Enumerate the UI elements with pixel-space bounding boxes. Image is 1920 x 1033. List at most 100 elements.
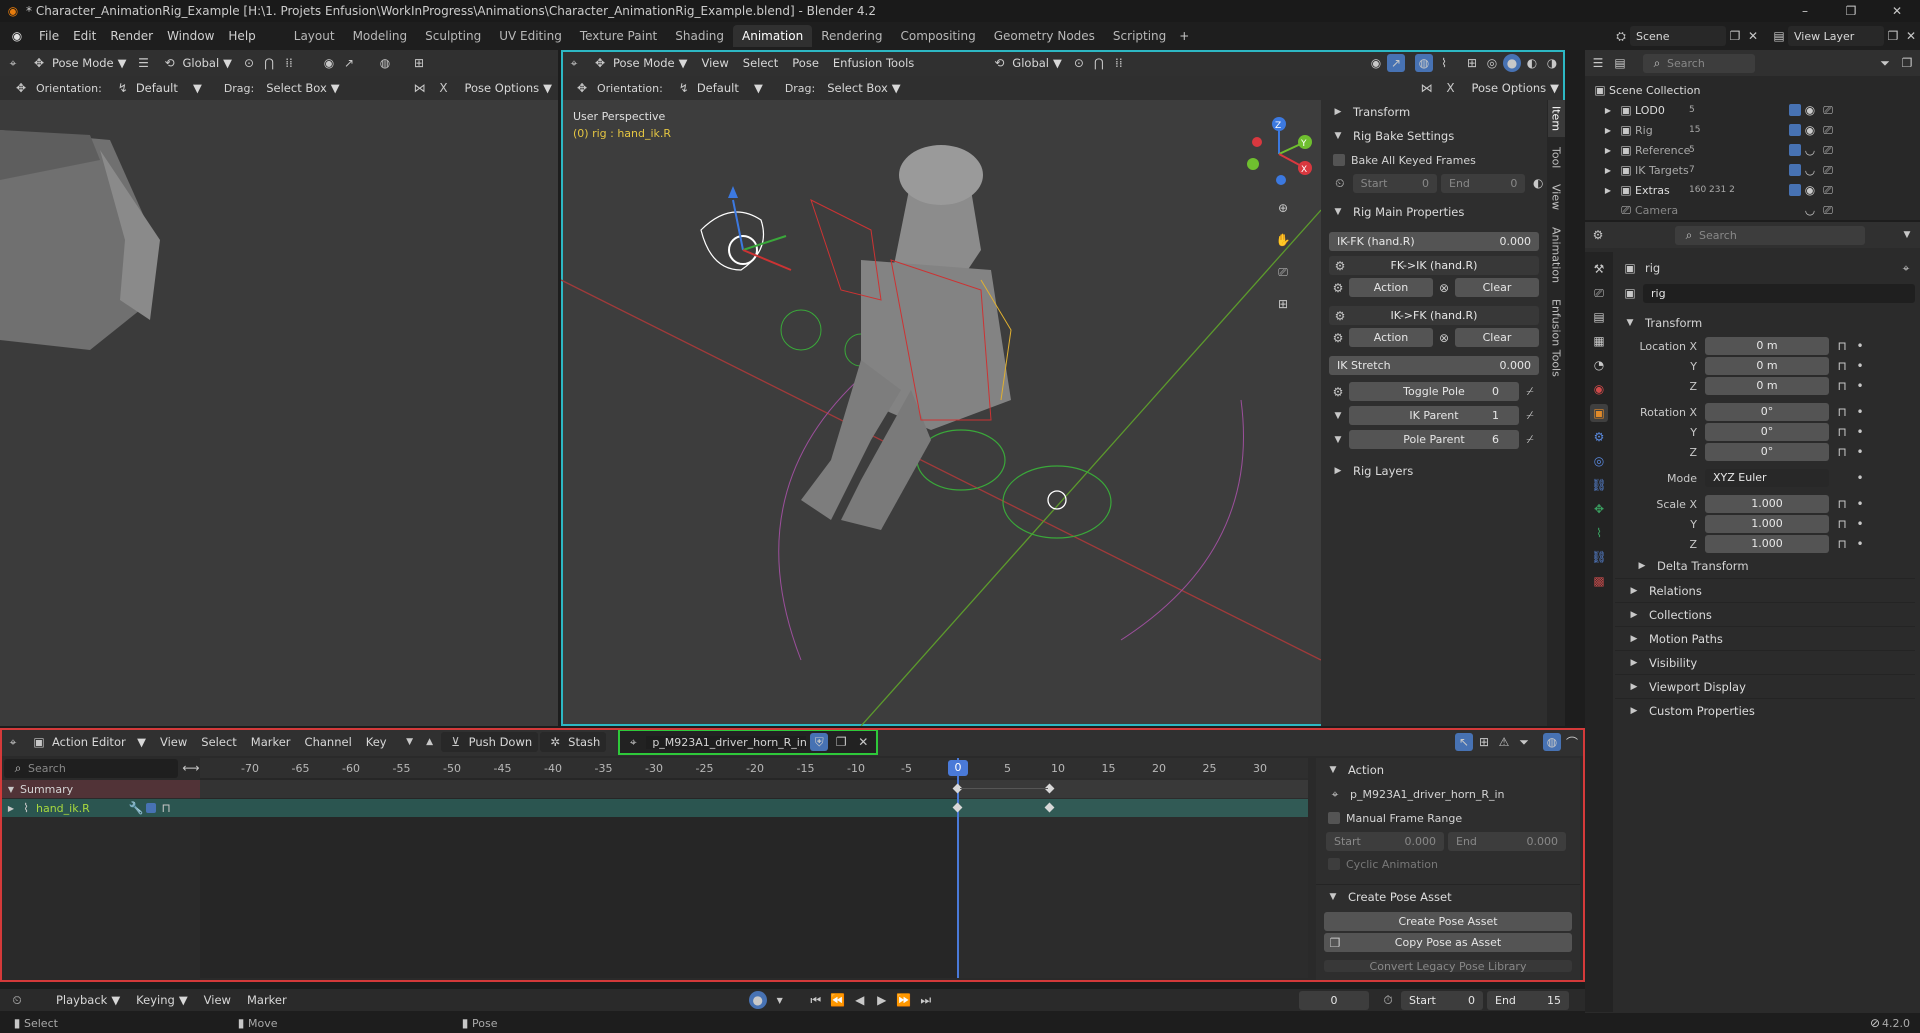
delete-view-layer-icon[interactable]: ✕ (1902, 27, 1920, 45)
lock-icon[interactable]: ⊓ (160, 799, 172, 817)
transform-row-field[interactable]: 0° (1705, 423, 1829, 441)
eye-closed-icon[interactable]: ◡ (1801, 201, 1819, 219)
bake-all-checkbox[interactable] (1333, 154, 1345, 166)
zoom-icon[interactable]: ⊕ (1271, 196, 1295, 220)
pivot-icon[interactable]: ⊙ (240, 54, 258, 72)
outliner-search[interactable]: ⌕ Search (1643, 53, 1755, 73)
camera-render-icon[interactable]: ⎚ (1819, 121, 1837, 139)
arrow-up-icon[interactable]: ▲ (421, 733, 439, 751)
lock-icon[interactable]: ⊓ (1833, 495, 1851, 513)
tab-uv-editing[interactable]: UV Editing (490, 25, 571, 47)
snap-target-icon[interactable]: ⁞⁞ (280, 54, 298, 72)
tl-menu-marker[interactable]: Marker (241, 990, 293, 1010)
chevron-down-icon[interactable]: ▼ (1898, 226, 1916, 244)
transform-row-field[interactable]: 0 m (1705, 377, 1829, 395)
keyframe-dot-icon[interactable]: • (1851, 515, 1869, 533)
end-frame-field[interactable]: End 15 (1487, 990, 1569, 1010)
expand-icon[interactable]: ▶ (1599, 141, 1617, 159)
current-frame-field[interactable]: 0 (1299, 990, 1369, 1010)
action-browse-icon[interactable]: ⌖ (624, 733, 642, 751)
keying-icon[interactable]: ⋈ (410, 79, 428, 97)
play-reverse-icon[interactable]: ◀ (851, 991, 869, 1009)
properties-search[interactable]: ⌕ Search (1675, 225, 1865, 245)
bake-start-field[interactable]: Start 0 (1352, 173, 1437, 193)
menu-render[interactable]: Render (103, 25, 160, 47)
keyframe-dot-icon[interactable]: • (1851, 469, 1869, 487)
ae-menu-marker[interactable]: Marker (245, 732, 297, 752)
keying-icon[interactable]: ⋈ (1417, 79, 1435, 97)
menu-window[interactable]: Window (160, 25, 221, 47)
tab-scripting[interactable]: Scripting (1104, 25, 1175, 47)
rig-main-header[interactable]: ▼ Rig Main Properties (1321, 200, 1547, 224)
cyclic-row[interactable]: Cyclic Animation (1316, 852, 1580, 876)
next-keyframe-icon[interactable]: ⏩ (895, 991, 913, 1009)
pole-parent-field[interactable]: Pole Parent 6 (1349, 430, 1519, 449)
show-hidden-icon[interactable]: ⊞ (1475, 733, 1493, 751)
convert-legacy-button[interactable]: Convert Legacy Pose Library (1324, 960, 1572, 972)
outliner-item-lod0[interactable]: ▶ ▣ LOD0 5 ◉ ⎚ (1591, 100, 1914, 120)
expand-icon[interactable]: ▶ (1599, 121, 1617, 139)
eye-icon[interactable]: ◉ (1801, 121, 1819, 139)
shading-rendered-icon[interactable]: ◑ (1543, 54, 1561, 72)
main-orientation-select[interactable]: ↯ Default ▼ (669, 78, 769, 98)
bone-constraint-tab-icon[interactable]: ⛓ (1590, 548, 1608, 566)
keyframe-dot-icon[interactable]: • (1851, 337, 1869, 355)
eyedropper-icon[interactable]: ⌿ (1521, 383, 1539, 401)
menu-help[interactable]: Help (221, 25, 262, 47)
shading-material-icon[interactable]: ◐ (1523, 54, 1541, 72)
delta-transform-header[interactable]: ▶ Delta Transform (1615, 554, 1915, 578)
fk-to-ik-button[interactable]: ⚙ FK->IK (hand.R) (1329, 256, 1539, 275)
scene-selector[interactable]: Scene (1630, 26, 1726, 46)
keyframe-dot-icon[interactable]: • (1851, 495, 1869, 513)
left-transform-select[interactable]: ⟲ Global ▼ (154, 53, 238, 73)
tab-shading[interactable]: Shading (666, 25, 733, 47)
constraint-tab-icon[interactable]: ⛓ (1590, 476, 1608, 494)
editor-type-icon[interactable]: ⏲ (8, 991, 26, 1009)
tab-rendering[interactable]: Rendering (812, 25, 891, 47)
texture-tab-icon[interactable]: ▩ (1590, 572, 1608, 590)
menu-file[interactable]: File (32, 25, 66, 47)
delete-scene-icon[interactable]: ✕ (1744, 27, 1762, 45)
fake-user-shield-icon[interactable]: ⛨ (810, 733, 829, 751)
blender-menu-icon[interactable]: ◉ (8, 27, 26, 45)
object-tab-icon[interactable]: ▣ (1590, 404, 1608, 422)
main-menu-view[interactable]: View (695, 53, 734, 73)
channel-search[interactable]: ⌕ Search (4, 758, 178, 778)
filter-icon[interactable]: ⏷ (1515, 733, 1533, 751)
eyedropper-icon[interactable]: ⌿ (1521, 407, 1539, 425)
gizmo-icon[interactable]: ↗ (1387, 54, 1405, 72)
rig-layers-header[interactable]: ▶ Rig Layers (1321, 459, 1547, 483)
tab-compositing[interactable]: Compositing (891, 25, 984, 47)
property-section-header[interactable]: ▶ Relations (1615, 578, 1915, 602)
left-drag-select[interactable]: Select Box ▼ (260, 78, 345, 98)
x-mirror-icon[interactable]: X (1441, 79, 1459, 97)
left-pose-options[interactable]: Pose Options ▼ (458, 78, 558, 98)
sidebar-tab-enfusion-tools[interactable]: Enfusion Tools (1548, 293, 1565, 383)
transform-panel-header[interactable]: ▶ Transform (1321, 100, 1547, 124)
dopesheet-area[interactable]: -70 -65 -60 -55 -50 -45 -40 -35 -30 -25 -20 -15 -10-… (200, 758, 1308, 978)
outliner-item-camera[interactable]: ⎚ Camera ◡ ⎚ (1591, 200, 1914, 220)
editor-type-icon[interactable]: ⌖ (4, 733, 22, 751)
grid-icon[interactable]: ⊞ (1271, 292, 1295, 316)
rig-bake-header[interactable]: ▼ Rig Bake Settings (1321, 124, 1547, 148)
manual-range-checkbox[interactable] (1328, 812, 1340, 824)
channel-mute-checkbox[interactable] (146, 803, 156, 813)
property-section-header[interactable]: ▶ Collections (1615, 602, 1915, 626)
datablock-field[interactable]: rig (1643, 283, 1915, 303)
add-workspace-icon[interactable]: + (1175, 27, 1193, 45)
outliner-item-ik-targets[interactable]: ▶ ▣ IK Targets 7 ◡ ⎚ (1591, 160, 1914, 180)
only-selected-icon[interactable]: ↖ (1455, 733, 1473, 751)
xray-icon[interactable]: ⊞ (410, 54, 428, 72)
extras-visible-checkbox[interactable] (1789, 184, 1801, 196)
overlay-icon[interactable]: ◍ (376, 54, 394, 72)
move-tool-icon[interactable]: ✥ (12, 79, 30, 97)
camera-render-icon[interactable]: ⎚ (1819, 181, 1837, 199)
world-tab-icon[interactable]: ◉ (1590, 380, 1608, 398)
ae-menu-key[interactable]: Key (360, 732, 393, 752)
ik-targets-visible-checkbox[interactable] (1789, 164, 1801, 176)
rig-visible-checkbox[interactable] (1789, 124, 1801, 136)
tab-animation[interactable]: Animation (733, 25, 813, 47)
property-section-header[interactable]: ▶ Viewport Display (1615, 674, 1915, 698)
sidebar-tab-animation[interactable]: Animation (1548, 221, 1565, 289)
transform-row-field[interactable]: 0° (1705, 403, 1829, 421)
